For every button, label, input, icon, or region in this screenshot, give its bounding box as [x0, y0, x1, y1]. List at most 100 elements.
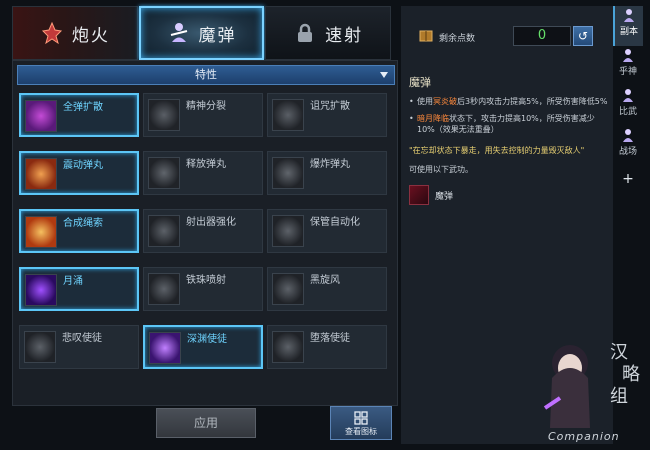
skill-name: 诅咒扩散	[310, 101, 350, 112]
companion-label: Companion	[548, 430, 620, 443]
description-bullet: 暗月降临状态下，攻击力提高10%，所受伤害减少10%（效果无法重叠）	[409, 113, 609, 135]
side-nav-god[interactable]: 乎神	[613, 46, 643, 86]
skill-slot[interactable]: 保管自动化	[267, 209, 387, 253]
trait-dropdown[interactable]: 特性	[17, 65, 395, 85]
tab-label: 速射	[325, 25, 364, 46]
usable-skill-name: 魔弹	[435, 191, 454, 202]
flavor-quote: "在忘却状态下暴走，用失去控制的力量毁灭敌人"	[409, 146, 585, 155]
svg-text:汉: 汉	[610, 342, 628, 363]
points-value: 0	[513, 26, 571, 46]
skill-slot[interactable]: 悲叹使徒	[19, 325, 139, 369]
bullet-highlight: 暗月降临	[417, 114, 449, 123]
bullet-text: 使用	[417, 97, 433, 106]
skill-tree-window: 炮火 魔弹 速射 特性 全弹扩散 精神分裂 诅咒扩散 震动弹丸 释放弹丸 爆炸弹…	[0, 0, 650, 450]
bullet-highlight: 冥炎破	[433, 97, 457, 106]
view-icons-label: 查看图标	[345, 427, 377, 436]
tab-fire[interactable]: 炮火	[12, 6, 138, 60]
side-nav-battlefield[interactable]: 战场	[613, 126, 643, 166]
tab-rapid-fire[interactable]: 速射	[265, 6, 392, 60]
tab-label: 魔弹	[198, 25, 237, 46]
skill-icon	[148, 215, 180, 247]
usable-skill[interactable]: 魔弹	[409, 185, 609, 205]
skill-slot[interactable]: 爆炸弹丸	[267, 151, 387, 195]
skill-icon	[25, 274, 57, 306]
skill-slot[interactable]: 释放弹丸	[143, 151, 263, 195]
skill-slot[interactable]: 月涌	[19, 267, 139, 311]
skill-name: 月涌	[63, 276, 83, 287]
skill-icon	[25, 158, 57, 190]
skill-icon	[272, 215, 304, 247]
side-nav-label: 乎神	[618, 67, 637, 77]
skill-icon	[24, 331, 56, 363]
skill-name: 堕落使徒	[310, 333, 350, 344]
skill-slot[interactable]: 堕落使徒	[267, 325, 387, 369]
skill-slot[interactable]: 全弹扩散	[19, 93, 139, 137]
skill-slot[interactable]: 诅咒扩散	[267, 93, 387, 137]
skill-slot[interactable]: 精神分裂	[143, 93, 263, 137]
skill-name: 悲叹使徒	[62, 333, 102, 344]
skill-name: 黑旋风	[310, 275, 340, 286]
svg-text:组: 组	[610, 386, 628, 407]
skill-icon	[148, 273, 180, 305]
skill-icon	[272, 157, 304, 189]
apply-button[interactable]: 应用	[156, 408, 256, 438]
skill-slot[interactable]: 深渊使徒	[143, 325, 263, 369]
skill-icon	[148, 99, 180, 131]
side-nav-label: 比武	[618, 107, 637, 117]
chevron-down-icon	[380, 72, 388, 78]
companion-mascot: 汉 略 组	[543, 342, 640, 428]
skill-slot[interactable]: 黑旋风	[267, 267, 387, 311]
skill-slot[interactable]: 合成绳索	[19, 209, 139, 253]
character-icon	[624, 9, 634, 22]
tab-label: 炮火	[71, 25, 110, 46]
character-icon	[623, 49, 633, 62]
dropdown-label: 特性	[195, 68, 217, 81]
skill-name: 铁珠喷射	[186, 275, 226, 286]
refresh-icon[interactable]: ↺	[573, 26, 593, 46]
usable-note: 可使用以下武功。	[409, 165, 473, 174]
points-label: 剩余点数	[439, 34, 476, 44]
side-nav-duel[interactable]: 比武	[613, 86, 643, 126]
bullet-text: 后3秒内攻击力提高5%，所受伤害降低5%	[457, 97, 608, 106]
skill-name: 精神分裂	[186, 101, 226, 112]
skill-name: 震动弹丸	[63, 160, 103, 171]
skill-icon	[25, 100, 57, 132]
skill-name: 合成绳索	[63, 218, 103, 229]
skill-icon	[25, 216, 57, 248]
skill-name: 释放弹丸	[186, 159, 226, 170]
skill-icon	[149, 332, 181, 364]
skill-icon	[272, 273, 304, 305]
magic-bullet-skill-icon	[409, 185, 429, 205]
tab-magic-bullet[interactable]: 魔弹	[138, 6, 265, 60]
svg-text:略: 略	[622, 364, 640, 385]
skill-icon	[272, 99, 304, 131]
description-title: 魔弹	[409, 76, 431, 89]
grid-icon	[354, 411, 368, 425]
add-button[interactable]: +	[613, 166, 643, 192]
side-nav-label: 战场	[618, 147, 637, 157]
skill-name: 爆炸弹丸	[310, 159, 350, 170]
skill-panel: 特性 全弹扩散 精神分裂 诅咒扩散 震动弹丸 释放弹丸 爆炸弹丸 合成绳索 射出…	[12, 60, 398, 406]
view-icons-button[interactable]: 查看图标	[330, 406, 392, 440]
side-nav-label: 副本	[619, 27, 638, 37]
trait-description: 魔弹 使用冥炎破后3秒内攻击力提高5%，所受伤害降低5% 暗月降临状态下，攻击力…	[409, 74, 609, 205]
skill-slot[interactable]: 铁珠喷射	[143, 267, 263, 311]
skill-name: 射出器强化	[186, 217, 236, 228]
character-icon	[623, 89, 633, 102]
skill-icon	[272, 331, 304, 363]
lock-icon	[298, 23, 313, 42]
skill-icon	[148, 157, 180, 189]
character-icon	[623, 129, 633, 142]
remaining-points: 剩余点数 0 ↺	[419, 26, 599, 48]
class-tabs: 炮火 魔弹 速射	[12, 6, 392, 60]
description-bullet: 使用冥炎破后3秒内攻击力提高5%，所受伤害降低5%	[409, 96, 609, 107]
side-nav-dungeon[interactable]: 副本	[613, 6, 643, 46]
fire-crest-icon	[41, 21, 62, 45]
side-nav: 副本 乎神 比武 战场 +	[613, 6, 643, 196]
skill-name: 深渊使徒	[187, 334, 227, 345]
skill-slot[interactable]: 震动弹丸	[19, 151, 139, 195]
skill-name: 全弹扩散	[63, 102, 103, 113]
book-icon	[419, 30, 433, 42]
skill-slot[interactable]: 射出器强化	[143, 209, 263, 253]
magic-bullet-icon	[170, 23, 187, 42]
